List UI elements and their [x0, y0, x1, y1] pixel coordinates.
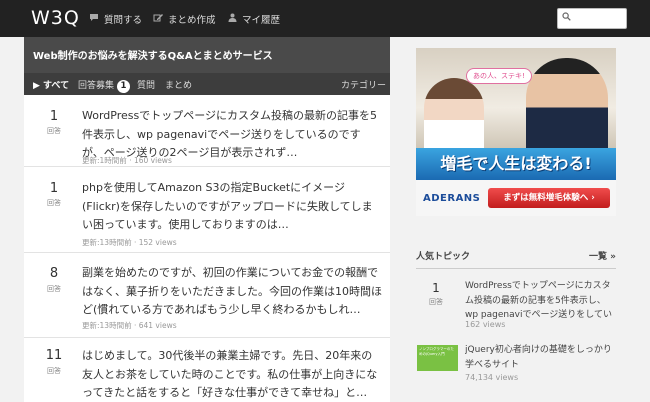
top-nav-bar: W3Q 質問する まとめ作成 マイ履歴 — [0, 0, 650, 37]
tab-category[interactable]: カテゴリー — [341, 78, 386, 91]
topic-item[interactable]: 1 回答 WordPressでトップページにカスタム投稿の最新の記事を5件表示し… — [416, 279, 616, 335]
question-title-link[interactable]: phpを使用してAmazon S3の指定Bucketにイメージ(Flickr)を… — [82, 179, 382, 235]
answer-count-label: 回答 — [47, 367, 61, 375]
question-meta: 更新:13時間前 · 641 views — [82, 321, 177, 330]
question-row[interactable]: 1 回答 phpを使用してAmazon S3の指定Bucketにイメージ(Fli… — [24, 167, 390, 253]
nav-ask-question-label: 質問する — [104, 15, 143, 26]
question-meta: 更新:13時間前 · 152 views — [82, 238, 177, 247]
divider — [416, 268, 616, 269]
ad-cta-button[interactable]: まずは無料増毛体験へ › — [488, 188, 610, 208]
search-icon — [562, 12, 571, 24]
popular-topics-heading: 人気トピック — [416, 252, 471, 262]
answer-count-label: 回答 — [47, 127, 61, 135]
speech-bubble-icon — [89, 13, 99, 25]
answer-count: 1 — [49, 109, 59, 124]
question-list-panel: Web制作のお悩みを解決するQ&Aとまとめサービス ▶ すべて 回答募集 1 質問… — [24, 37, 390, 402]
question-views: 152 views — [138, 238, 177, 247]
tab-questions[interactable]: 質問 — [137, 78, 155, 91]
tab-recruiting[interactable]: 回答募集 1 — [78, 78, 131, 93]
tab-recruiting-label: 回答募集 — [78, 81, 115, 91]
answer-count-label: 回答 — [47, 199, 61, 207]
question-views: 641 views — [138, 321, 177, 330]
question-row[interactable]: 11 回答 はじめまして。30代後半の兼業主婦です。先日、20年来の友人とお茶を… — [24, 338, 390, 402]
view-all-link[interactable]: 一覧 » — [589, 249, 616, 262]
topic-title-link[interactable]: jQuery初心者向けの基礎をしっかり学べるサイト — [465, 343, 617, 372]
question-title-link[interactable]: 副業を始めたのですが、初回の作業についてお金での報酬ではなく、菓子折りをいただき… — [82, 264, 382, 320]
ad-headline: 増毛で人生は変わる! — [416, 148, 616, 180]
search-box — [557, 8, 627, 29]
nav-create-matome[interactable]: まとめ作成 — [153, 12, 216, 26]
topic-views: 162 views — [465, 320, 506, 329]
filter-tabs: ▶ すべて 回答募集 1 質問 まとめ カテゴリー — [24, 73, 390, 95]
pencil-icon — [153, 13, 163, 25]
topic-views: 74,134 views — [465, 373, 519, 382]
question-updated: 更新:1時間前 — [82, 156, 127, 165]
question-title-link[interactable]: はじめまして。30代後半の兼業主婦です。先日、20年来の友人とお茶をしていた時の… — [82, 347, 382, 402]
question-views: 160 views — [133, 156, 172, 165]
ad-brand-logo: ADERANS — [423, 193, 481, 204]
question-updated: 更新:13時間前 — [82, 238, 132, 247]
topic-item[interactable]: ノンプログラマーのためのjQuery入門 jQuery初心者向けの基礎をしっかり… — [416, 343, 616, 383]
nav-ask-question[interactable]: 質問する — [89, 12, 142, 26]
page-title: Web制作のお悩みを解決するQ&Aとまとめサービス — [33, 51, 273, 62]
answer-count: 8 — [49, 266, 59, 281]
ad-footer: ADERANS まずは無料増毛体験へ › — [416, 180, 616, 216]
nav-my-history[interactable]: マイ履歴 — [228, 12, 280, 26]
question-updated: 更新:13時間前 — [82, 321, 132, 330]
tab-matome[interactable]: まとめ — [165, 78, 192, 91]
nav-my-history-label: マイ履歴 — [242, 15, 281, 26]
question-row[interactable]: 8 回答 副業を始めたのですが、初回の作業についてお金での報酬ではなく、菓子折り… — [24, 253, 390, 338]
question-row[interactable]: 1 回答 WordPressでトップページにカスタム投稿の最新の記事を5件表示し… — [24, 95, 390, 167]
question-meta: 更新:1時間前 · 160 views — [82, 156, 172, 165]
search-input[interactable] — [574, 11, 624, 26]
panel-header: Web制作のお悩みを解決するQ&Aとまとめサービス ▶ すべて 回答募集 1 質問… — [24, 37, 390, 95]
ad-banner[interactable]: あの人、ステキ! 増毛で人生は変わる! ADERANS まずは無料増毛体験へ › — [416, 48, 616, 216]
site-logo[interactable]: W3Q — [31, 7, 80, 29]
ad-speech-bubble: あの人、ステキ! — [466, 68, 532, 84]
topic-answer-count-label: 回答 — [429, 298, 443, 306]
topic-thumbnail[interactable]: ノンプログラマーのためのjQuery入門 — [417, 345, 458, 371]
answer-count-label: 回答 — [47, 285, 61, 293]
topic-answer-count: 1 — [432, 281, 440, 295]
answer-count: 1 — [49, 181, 59, 196]
ad-man-image — [526, 58, 608, 148]
ad-woman-image — [424, 78, 484, 148]
person-icon — [228, 13, 237, 25]
tab-all[interactable]: ▶ すべて — [33, 78, 69, 91]
recruiting-count-badge: 1 — [117, 80, 131, 93]
topic-title-link[interactable]: WordPressでトップページにカスタム投稿の最新の記事を5件表示し、wp p… — [465, 279, 617, 323]
nav-create-matome-label: まとめ作成 — [168, 15, 216, 26]
answer-count: 11 — [45, 348, 63, 363]
